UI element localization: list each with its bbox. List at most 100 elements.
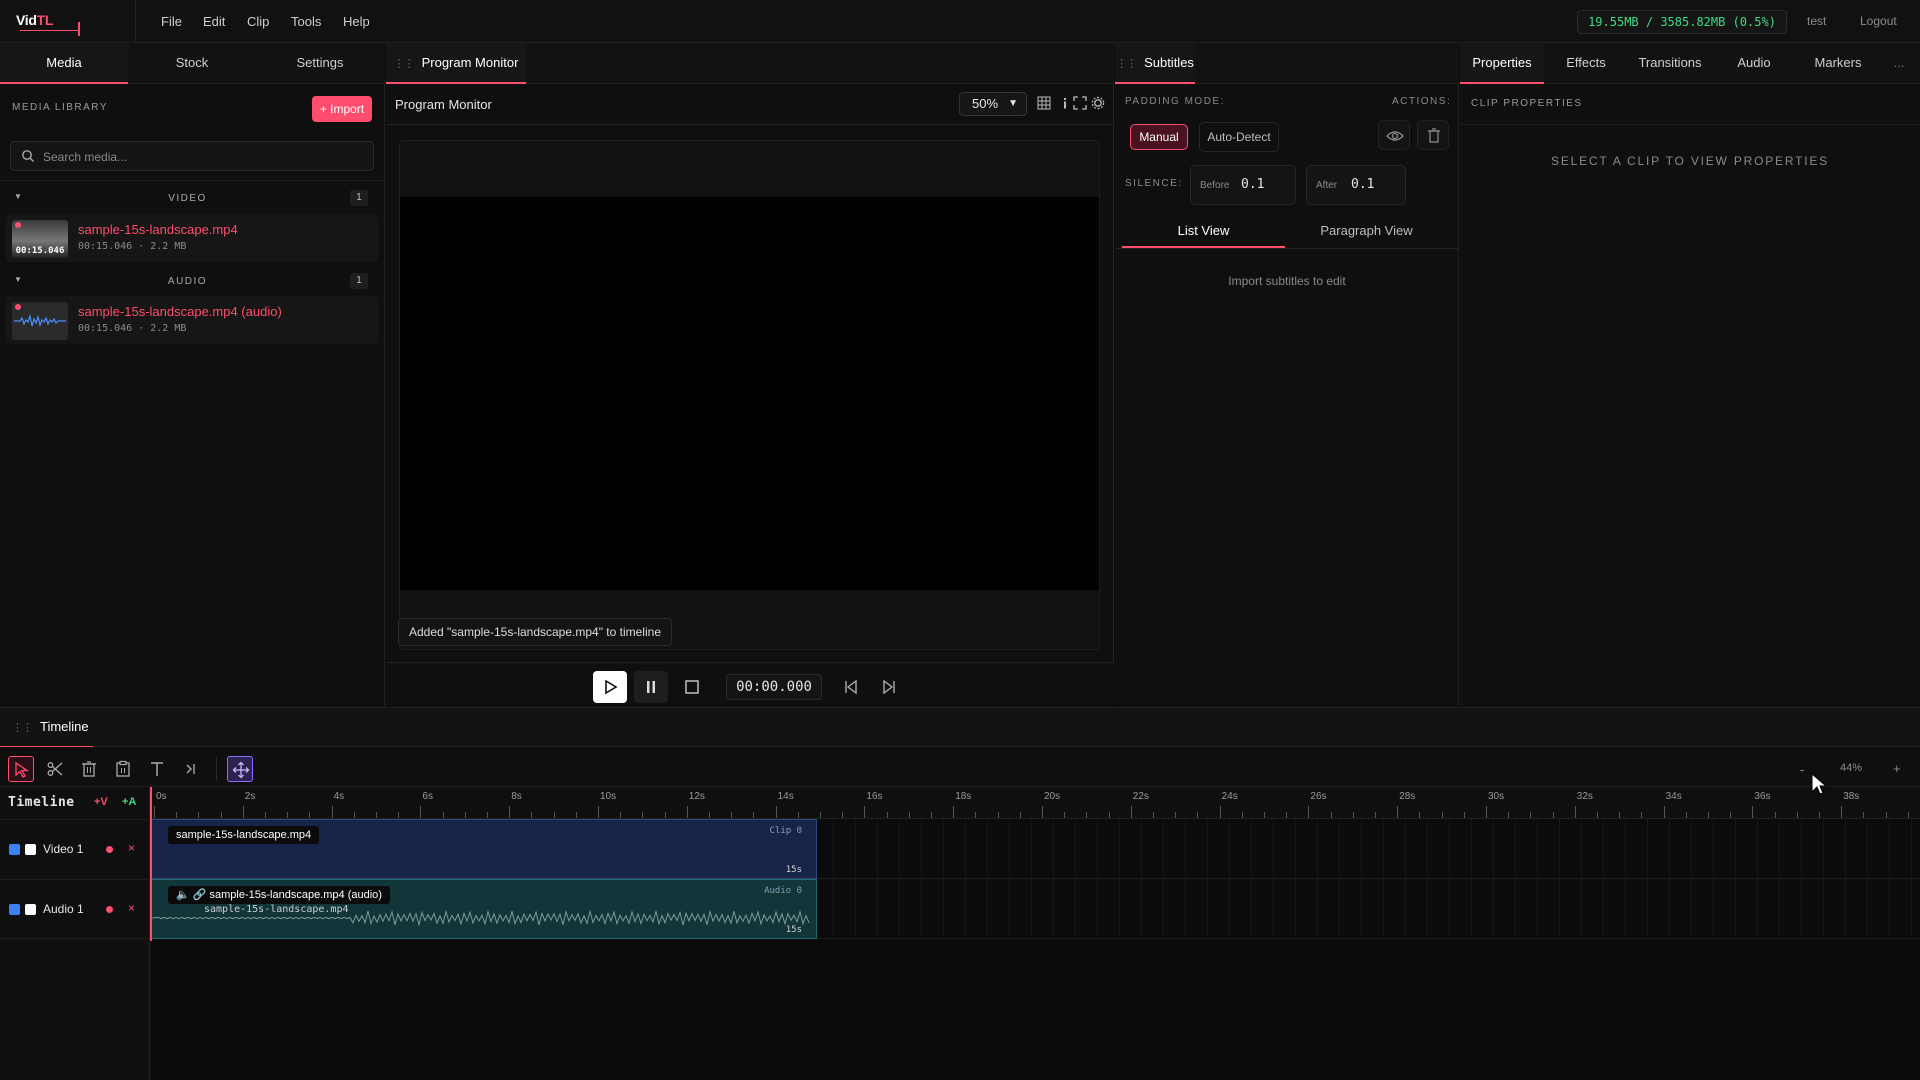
tab-media[interactable]: Media	[0, 43, 128, 84]
divider	[386, 124, 1114, 125]
tab-markers[interactable]: Markers	[1796, 43, 1880, 84]
ripple-delete-button[interactable]	[110, 756, 136, 782]
fullscreen-icon[interactable]	[1073, 96, 1087, 110]
tab-audio[interactable]: Audio	[1712, 43, 1796, 84]
grip-icon[interactable]: ⋮⋮	[1116, 58, 1137, 70]
menu-file[interactable]: File	[161, 14, 182, 29]
search-input[interactable]	[41, 146, 361, 168]
subtitle-view-tabs: List View Paragraph View	[1122, 216, 1452, 248]
stop-button[interactable]	[675, 671, 709, 703]
ruler-tick	[1774, 812, 1776, 818]
ruler-tick	[1197, 812, 1199, 818]
tab-list-view[interactable]: List View	[1122, 216, 1285, 248]
mouse-cursor-icon	[1811, 772, 1828, 795]
tab-settings[interactable]: Settings	[256, 43, 384, 84]
tab-properties[interactable]: Properties	[1460, 43, 1544, 84]
record-icon[interactable]	[106, 906, 113, 913]
zoom-in-button[interactable]: +	[1893, 761, 1901, 776]
track-lock-checkbox[interactable]	[25, 904, 36, 915]
zoom-select[interactable]: 50% ▼	[959, 92, 1027, 116]
gear-icon[interactable]	[1091, 96, 1105, 110]
app-logo[interactable]: VidTL	[0, 0, 136, 43]
tab-effects[interactable]: Effects	[1544, 43, 1628, 84]
lane-video[interactable]: sample-15s-landscape.mp4 Clip 0 15s	[151, 819, 1920, 879]
notification-toast: Added "sample-15s-landscape.mp4" to time…	[398, 618, 672, 646]
after-input[interactable]: After 0.1	[1306, 165, 1406, 205]
play-button[interactable]	[593, 671, 627, 703]
lane-audio[interactable]: 🔈 🔗 sample-15s-landscape.mp4 (audio) sam…	[151, 879, 1920, 939]
remove-track-button[interactable]: ×	[128, 841, 135, 855]
playhead[interactable]	[150, 787, 152, 941]
menu-clip[interactable]: Clip	[247, 14, 269, 29]
tab-timeline[interactable]: ⋮⋮ Timeline	[0, 708, 93, 748]
ruler-tick	[642, 812, 644, 818]
select-tool-button[interactable]	[8, 756, 34, 782]
track-visible-checkbox[interactable]	[9, 904, 20, 915]
ruler-tick	[1685, 812, 1687, 818]
clip-label: sample-15s-landscape.mp4	[168, 826, 320, 844]
ruler-tick	[464, 812, 466, 818]
top-bar: VidTL File Edit Clip Tools Help 19.55MB …	[0, 0, 1920, 43]
grip-icon[interactable]: ⋮⋮	[394, 58, 415, 70]
trim-tool-button[interactable]	[178, 756, 204, 782]
menu-help[interactable]: Help	[343, 14, 370, 29]
tab-transitions[interactable]: Transitions	[1628, 43, 1712, 84]
next-button[interactable]	[872, 671, 906, 703]
subtitles-empty-state: Import subtitles to edit	[1228, 274, 1346, 288]
mode-auto-detect-button[interactable]: Auto-Detect	[1199, 122, 1279, 152]
search-box[interactable]	[10, 141, 374, 171]
track-visible-checkbox[interactable]	[9, 844, 20, 855]
menu-tools[interactable]: Tools	[291, 14, 321, 29]
media-item-audio[interactable]: sample-15s-landscape.mp4 (audio) 00:15.0…	[6, 296, 378, 344]
delete-clip-button[interactable]	[76, 756, 102, 782]
before-input[interactable]: Before 0.1	[1190, 165, 1296, 205]
ruler-tick	[1108, 812, 1110, 818]
ruler-label: 30s	[1488, 791, 1505, 802]
ruler-label: 18s	[955, 791, 972, 802]
video-clip[interactable]: sample-15s-landscape.mp4 Clip 0 15s	[151, 819, 817, 879]
record-icon[interactable]	[106, 846, 113, 853]
ruler-label: 12s	[688, 791, 705, 802]
tab-timeline-label: Timeline	[40, 719, 89, 734]
ruler-tick	[176, 812, 178, 818]
import-button[interactable]: + Import	[312, 96, 372, 122]
section-video[interactable]: ▼ VIDEO 1	[0, 188, 385, 210]
delete-button[interactable]	[1417, 120, 1449, 150]
zoom-out-button[interactable]: -	[1800, 762, 1804, 777]
ruler-tick	[908, 812, 910, 818]
remove-track-button[interactable]: ×	[128, 901, 135, 915]
previous-button[interactable]	[834, 671, 868, 703]
pause-button[interactable]	[634, 671, 668, 703]
logout-link[interactable]: Logout	[1860, 14, 1897, 28]
status-dot	[15, 222, 21, 228]
audio-clip[interactable]: 🔈 🔗 sample-15s-landscape.mp4 (audio) sam…	[151, 879, 817, 939]
timeline-toolbar: - 44% +	[0, 747, 1920, 787]
tab-paragraph-view[interactable]: Paragraph View	[1285, 216, 1448, 248]
text-tool-button[interactable]	[144, 756, 170, 782]
ruler-tick	[487, 812, 488, 818]
preview-button[interactable]	[1378, 120, 1410, 150]
ruler-tick	[309, 812, 311, 818]
media-item-video[interactable]: 00:15.046 sample-15s-landscape.mp4 00:15…	[6, 214, 378, 262]
tab-program-monitor[interactable]: ⋮⋮ Program Monitor	[386, 43, 526, 84]
grid-icon[interactable]	[1037, 96, 1051, 110]
menu-edit[interactable]: Edit	[203, 14, 225, 29]
tab-subtitles[interactable]: ⋮⋮ Subtitles	[1115, 43, 1195, 84]
tab-stock[interactable]: Stock	[128, 43, 256, 84]
grip-icon[interactable]: ⋮⋮	[12, 722, 33, 734]
divider	[1460, 124, 1920, 125]
add-video-track-button[interactable]: +V	[94, 796, 108, 808]
media-item-name: sample-15s-landscape.mp4 (audio)	[78, 304, 282, 319]
track-name: Video 1	[43, 842, 84, 856]
move-tool-button[interactable]	[227, 756, 253, 782]
add-audio-track-button[interactable]: +A	[122, 796, 136, 808]
video-preview[interactable]	[399, 140, 1100, 650]
section-audio-label: AUDIO	[167, 276, 208, 287]
more-tabs-button[interactable]: ...	[1882, 43, 1916, 84]
timeline-ruler[interactable]: 0s 2s 4s 6s 8s 10s 12s 14s 16s 18s 20s 22s 24s 26s 28s…	[151, 787, 1920, 819]
mode-manual-button[interactable]: Manual	[1130, 124, 1188, 150]
info-icon[interactable]	[1058, 96, 1072, 110]
razor-tool-button[interactable]	[42, 756, 68, 782]
track-lock-checkbox[interactable]	[25, 844, 36, 855]
section-audio[interactable]: ▼ AUDIO 1	[0, 271, 385, 293]
